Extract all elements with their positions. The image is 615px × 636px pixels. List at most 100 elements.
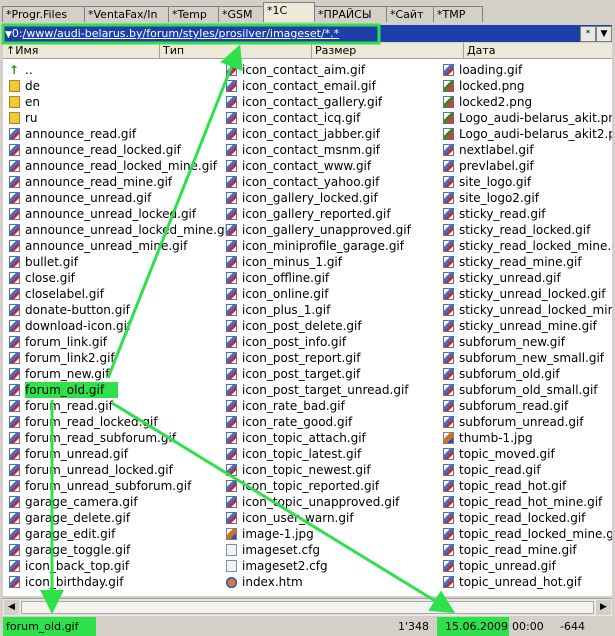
gif-file-icon <box>9 288 20 300</box>
gif-file-icon <box>443 240 454 252</box>
drive-chevron-icon[interactable]: ▼ <box>5 30 12 40</box>
gif-file-icon <box>443 416 454 428</box>
tab-bar: *Progr.Files *VentaFax/In *Temp *GSM *1C… <box>0 0 615 24</box>
gif-file-icon <box>443 496 454 508</box>
gif-file-icon <box>9 384 20 396</box>
gif-file-icon <box>226 288 237 300</box>
status-file-date: 15.06.2009 <box>437 617 509 636</box>
path-bar[interactable]: ▼0:/www/audi-belarus.by/forum/styles/pro… <box>3 25 612 42</box>
gif-file-icon <box>226 336 237 348</box>
gif-file-icon <box>9 400 20 412</box>
gif-file-icon <box>9 304 20 316</box>
gif-file-icon <box>443 576 454 588</box>
file-name: garage_edit.gif <box>25 527 116 541</box>
file-name: announce_read_locked.gif <box>25 143 181 157</box>
file-name: subforum_unread.gif <box>459 415 584 429</box>
file-name: forum_read_subforum.gif <box>25 431 177 445</box>
tab-prices[interactable]: *ПРАЙСЫ <box>314 6 390 22</box>
file-name: forum_unread.gif <box>25 447 129 461</box>
gif-file-icon <box>9 224 20 236</box>
file-name: site_logo.gif <box>459 175 532 189</box>
history-dropdown-button[interactable]: ▼ <box>596 26 612 42</box>
file-name: icon_contact_icq.gif <box>242 111 361 125</box>
file-name: sticky_unread_locked_mine.gif <box>459 303 612 317</box>
gif-file-icon <box>226 64 237 76</box>
file-name: icon_gallery_locked.gif <box>242 191 378 205</box>
file-name: icon_topic_newest.gif <box>242 463 371 477</box>
file-name: image-1.jpg <box>242 527 314 541</box>
tab-site[interactable]: *Сайт <box>386 6 436 22</box>
gif-file-icon <box>9 496 20 508</box>
gif-file-icon <box>443 560 454 572</box>
file-list[interactable]: ↑.. de en ru announce_read.gif announce_read_… <box>3 59 612 596</box>
gif-file-icon <box>226 208 237 220</box>
file-name: icon_post_info.gif <box>242 335 347 349</box>
file-name: icon_miniprofile_garage.gif <box>242 239 404 253</box>
file-name: bullet.gif <box>25 255 78 269</box>
gif-file-icon <box>226 80 237 92</box>
gif-file-icon <box>9 320 20 332</box>
horizontal-scrollbar[interactable]: ◀ ▶ <box>3 598 612 616</box>
scroll-left-button[interactable]: ◀ <box>4 600 19 615</box>
gif-file-icon <box>9 448 20 460</box>
gif-file-icon <box>443 384 454 396</box>
star-button[interactable]: * <box>580 26 596 42</box>
path-text[interactable]: ▼0:/www/audi-belarus.by/forum/styles/pro… <box>5 25 575 42</box>
file-name: locked2.png <box>459 95 533 109</box>
gif-file-icon <box>9 528 20 540</box>
gif-file-icon <box>443 288 454 300</box>
jpg-file-icon <box>226 528 237 540</box>
file-name: icon_gallery_unapproved.gif <box>242 223 411 237</box>
header-date[interactable]: Дата <box>464 43 612 58</box>
status-file-name: forum_old.gif <box>3 617 96 636</box>
tab-ventafax[interactable]: *VentaFax/In <box>84 6 172 22</box>
scrollbar-thumb[interactable] <box>21 601 594 614</box>
status-file-size: 1'348 <box>398 620 430 633</box>
tab-temp[interactable]: *Temp <box>168 6 222 22</box>
gif-file-icon <box>226 352 237 364</box>
file-name: imageset2.cfg <box>242 559 328 573</box>
tab-1c[interactable]: *1C <box>263 2 315 22</box>
tab-progr-files[interactable]: *Progr.Files <box>2 6 88 22</box>
file-name: announce_read_mine.gif <box>25 175 173 189</box>
parent-folder-icon: ↑ <box>9 63 20 77</box>
gif-file-icon <box>443 464 454 476</box>
file-name: icon_topic_unapproved.gif <box>242 495 400 509</box>
scroll-right-button[interactable]: ▶ <box>596 600 611 615</box>
gif-file-icon <box>443 352 454 364</box>
header-size[interactable]: Размер <box>312 43 464 58</box>
file-name: forum_unread_locked.gif <box>25 463 173 477</box>
file-name: announce_read_locked_mine.gif <box>25 159 217 173</box>
file-name: sticky_unread_mine.gif <box>459 319 597 333</box>
jpg-file-icon <box>443 432 454 444</box>
file-name: announce_unread.gif <box>25 191 152 205</box>
file-name: topic_read.gif <box>459 463 541 477</box>
header-type[interactable]: Тип <box>160 43 312 58</box>
tab-tmp[interactable]: *TMP <box>433 6 483 22</box>
file-name: icon_minus_1.gif <box>242 255 342 269</box>
gif-file-icon <box>226 96 237 108</box>
file-name: icon_contact_aim.gif <box>242 63 366 77</box>
tab-gsm[interactable]: *GSM <box>218 6 266 22</box>
gif-file-icon <box>9 368 20 380</box>
folder-icon <box>9 112 20 124</box>
gif-file-icon <box>443 64 454 76</box>
status-bar: forum_old.gif 1'348 15.06.2009 00:00 -64… <box>0 617 615 636</box>
gif-file-icon <box>9 208 20 220</box>
file-name: en <box>25 95 40 109</box>
gif-file-icon <box>226 192 237 204</box>
gif-file-icon <box>9 480 20 492</box>
header-name[interactable]: ↑Имя <box>3 43 160 58</box>
file-name: icon_offline.gif <box>242 271 330 285</box>
file-name: thumb-1.jpg <box>459 431 533 445</box>
gif-file-icon <box>9 336 20 348</box>
gif-file-icon <box>9 144 20 156</box>
file-name: forum_link.gif <box>25 335 108 349</box>
gif-file-icon <box>443 224 454 236</box>
gif-file-icon <box>226 144 237 156</box>
current-path: /www/audi-belarus.by/forum/styles/prosil… <box>22 27 340 40</box>
file-name: Logo_audi-belarus_akit2.png <box>459 127 612 141</box>
gif-file-icon <box>9 160 20 172</box>
file-name: announce_read.gif <box>25 127 137 141</box>
gif-file-icon <box>226 320 237 332</box>
